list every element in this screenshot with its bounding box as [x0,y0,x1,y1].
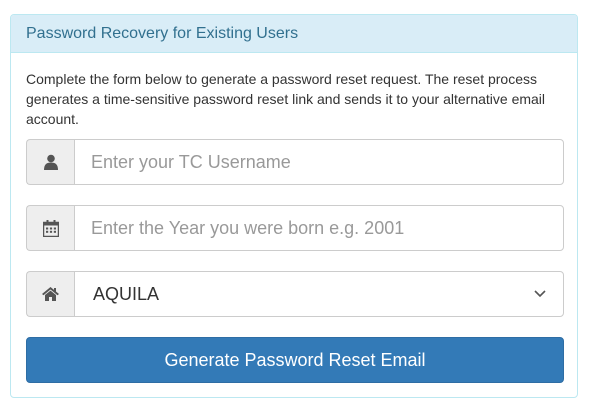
calendar-icon [26,205,74,251]
campus-select-value: AQUILA [93,283,160,304]
panel-title: Password Recovery for Existing Users [11,15,577,53]
birth-year-input[interactable] [74,205,564,251]
intro-text: Complete the form below to generate a pa… [26,71,546,127]
user-icon [26,139,74,185]
home-icon [26,271,74,317]
birth-year-group [26,205,564,251]
generate-reset-email-button[interactable]: Generate Password Reset Email [26,337,564,383]
username-input[interactable] [74,139,564,185]
chevron-down-icon [534,286,546,304]
password-recovery-panel: Password Recovery for Existing Users Com… [10,14,578,398]
campus-group: AQUILA [26,271,564,317]
username-group [26,139,564,185]
campus-select[interactable]: AQUILA [74,271,564,317]
